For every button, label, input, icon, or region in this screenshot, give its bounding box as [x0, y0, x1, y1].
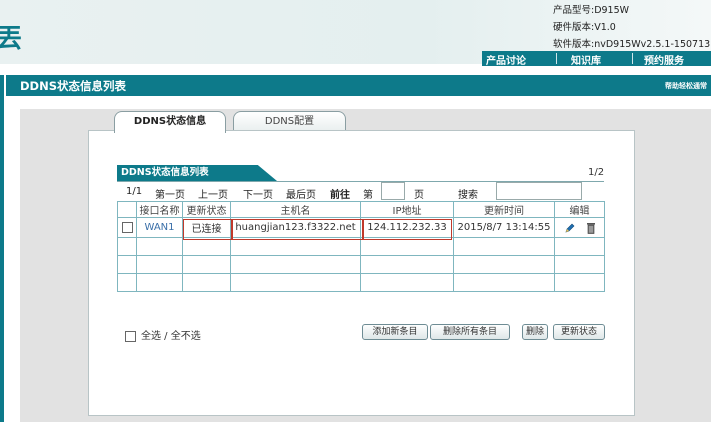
column-header-ip: IP地址	[360, 201, 454, 218]
pager-current: 1/1	[126, 186, 143, 197]
edit-icon[interactable]	[564, 222, 576, 234]
page-number-input[interactable]	[381, 182, 405, 200]
tab-ddns-status[interactable]: DDNS状态信息	[114, 111, 226, 133]
nav-divider	[632, 53, 633, 64]
column-header-status: 更新状态	[182, 201, 231, 218]
search-label: 搜索	[458, 190, 478, 201]
pager-page-prefix: 第	[363, 190, 373, 201]
select-all-label: 全选 / 全不选	[141, 331, 201, 342]
column-header-hostname: 主机名	[230, 201, 361, 218]
column-header-interface: 接口名称	[136, 201, 183, 218]
page-title: DDNS状态信息列表	[20, 79, 126, 93]
page-count: 1/2	[588, 167, 605, 178]
list-title: DDNS状态信息列表	[117, 165, 277, 181]
nav-booking-service[interactable]: 预约服务	[644, 52, 684, 67]
brand-logo: 丟	[0, 24, 23, 54]
ddns-status-table: 接口名称 更新状态 主机名 IP地址 更新时间 编辑 WAN1 已连接 huan…	[117, 201, 605, 292]
nav-product-discussion[interactable]: 产品讨论	[486, 52, 526, 67]
update-status-button[interactable]: 更新状态	[553, 324, 605, 340]
pager-first[interactable]: 第一页	[155, 186, 185, 201]
nav-knowledge-base[interactable]: 知识库	[571, 52, 601, 67]
row-checkbox[interactable]	[121, 221, 133, 233]
cell-time: 2015/8/7 13:14:55	[453, 217, 555, 238]
cell-ip: 124.112.232.33	[360, 217, 454, 238]
select-all-checkbox[interactable]	[125, 330, 136, 342]
product-info: 产品型号:D915W 硬件版本:V1.0 软件版本:nvD915Wv2.5.1-…	[553, 2, 710, 53]
table-header-row: 接口名称 更新状态 主机名 IP地址 更新时间 编辑	[117, 201, 605, 218]
column-header-edit: 编辑	[554, 201, 605, 218]
title-bar: DDNS状态信息列表 帮助轻松通常	[6, 75, 711, 96]
product-model: 产品型号:D915W	[553, 5, 630, 16]
pager-goto[interactable]: 前往	[330, 186, 350, 201]
cell-hostname: huangjian123.f3322.net	[230, 217, 361, 238]
top-nav: 产品讨论 知识库 预约服务	[482, 51, 711, 67]
help-link[interactable]: 帮助轻松通常	[665, 81, 707, 91]
cell-interface: WAN1	[136, 217, 183, 238]
pager-page-suffix: 页	[414, 190, 424, 201]
table-row-empty	[117, 273, 605, 292]
tab-ddns-config[interactable]: DDNS配置	[233, 111, 346, 132]
table-row-empty	[117, 255, 605, 274]
left-edge	[0, 75, 4, 422]
column-header-time: 更新时间	[453, 201, 555, 218]
pager-prev[interactable]: 上一页	[198, 186, 228, 201]
select-all-toggle[interactable]: 全选 / 全不选	[125, 327, 201, 342]
table-row-empty	[117, 237, 605, 256]
hardware-version: 硬件版本:V1.0	[553, 22, 616, 33]
table-row: WAN1 已连接 huangjian123.f3322.net 124.112.…	[117, 217, 605, 238]
pager-last[interactable]: 最后页	[286, 186, 316, 201]
cell-edit-actions	[554, 217, 605, 238]
add-entry-button[interactable]: 添加新条目	[362, 324, 428, 340]
pager-next[interactable]: 下一页	[243, 186, 273, 201]
trash-icon[interactable]	[586, 222, 596, 234]
nav-divider	[556, 53, 557, 64]
delete-button[interactable]: 删除	[522, 324, 548, 340]
header-checkbox-cell	[117, 201, 137, 218]
row-checkbox-cell	[117, 217, 137, 238]
search-input[interactable]	[496, 182, 582, 200]
delete-all-button[interactable]: 删除所有条目	[430, 324, 510, 340]
cell-status: 已连接	[182, 217, 231, 238]
